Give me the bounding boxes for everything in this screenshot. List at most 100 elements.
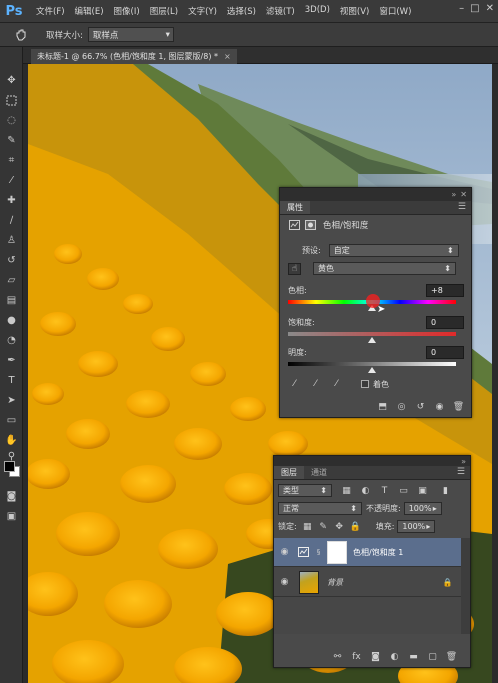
trash-icon[interactable]: 🗑 — [452, 401, 465, 413]
menu-view[interactable]: 视图(V) — [335, 5, 374, 17]
saturation-slider-thumb[interactable] — [368, 337, 376, 343]
lock-position-icon[interactable]: ✥ — [333, 521, 346, 533]
tools-panel: ✥ ◌ ✎ ⌗ ⁄ ✚ ∕ ♙ ↺ ▱ ▤ ● ◔ ✒ T ➤ ▭ ✋ ⚲ ◙ … — [0, 47, 23, 683]
lock-pixels-icon[interactable]: ✎ — [317, 521, 330, 533]
link-icon[interactable]: § — [312, 546, 325, 558]
blur-tool-icon[interactable]: ● — [4, 313, 19, 327]
crop-tool-icon[interactable]: ⌗ — [4, 153, 19, 167]
lock-all-icon[interactable]: 🔒 — [349, 521, 362, 533]
lasso-tool-icon[interactable]: ◌ — [4, 113, 19, 127]
eye-icon[interactable]: ◉ — [278, 576, 291, 588]
new-group-icon[interactable]: ▬ — [407, 651, 420, 663]
fill-value: 100% — [402, 522, 426, 531]
foreground-color-swatch[interactable] — [4, 461, 15, 472]
quick-mask-icon[interactable]: ◙ — [4, 489, 19, 503]
type-tool-icon[interactable]: T — [4, 373, 19, 387]
document-tab[interactable]: 未标题-1 @ 66.7% (色相/饱和度 1, 图层蒙版/8) * × — [31, 49, 237, 64]
gradient-tool-icon[interactable]: ▤ — [4, 293, 19, 307]
hue-field[interactable]: +8 — [426, 284, 464, 297]
mask-icon[interactable] — [304, 219, 317, 231]
close-button[interactable]: ✕ — [486, 3, 494, 14]
menu-filter[interactable]: 滤镜(T) — [261, 5, 300, 17]
tab-properties[interactable]: 属性 — [280, 201, 310, 214]
tab-layers[interactable]: 图层 — [274, 466, 304, 479]
view-previous-icon[interactable]: ◎ — [395, 401, 408, 413]
menu-layer[interactable]: 图层(L) — [145, 5, 183, 17]
targeted-adjustment-icon[interactable]: ☝ — [288, 262, 301, 275]
hand-tool-preset-icon[interactable] — [10, 27, 32, 43]
collapse-icon[interactable]: » — [451, 190, 456, 199]
history-brush-tool-icon[interactable]: ↺ — [4, 253, 19, 267]
eyedropper-tool-icon[interactable]: ⁄ — [4, 173, 19, 187]
filter-adjustment-icon[interactable]: ◐ — [359, 485, 372, 497]
eyedropper-minus-icon[interactable]: ⁄ — [330, 378, 343, 390]
layer-name: 色相/饱和度 1 — [353, 547, 404, 557]
menu-type[interactable]: 文字(Y) — [183, 5, 222, 17]
close-icon[interactable]: × — [224, 52, 231, 61]
new-adjustment-icon[interactable]: ◐ — [388, 651, 401, 663]
lock-transparency-icon[interactable]: ▦ — [301, 521, 314, 533]
pen-tool-icon[interactable]: ✒ — [4, 353, 19, 367]
hand-tool-icon[interactable]: ✋ — [4, 433, 19, 447]
visibility-icon[interactable]: ◉ — [433, 401, 446, 413]
lightness-slider-track[interactable] — [288, 362, 456, 366]
marquee-tool-icon[interactable] — [4, 93, 19, 107]
link-layers-icon[interactable]: ⚯ — [331, 651, 344, 663]
saturation-field[interactable]: 0 — [426, 316, 464, 329]
screen-mode-icon[interactable]: ▣ — [4, 509, 19, 523]
fx-icon[interactable]: fx — [350, 651, 363, 663]
brush-tool-icon[interactable]: ∕ — [4, 213, 19, 227]
eraser-tool-icon[interactable]: ▱ — [4, 273, 19, 287]
add-mask-icon[interactable]: ◙ — [369, 651, 382, 663]
dodge-tool-icon[interactable]: ◔ — [4, 333, 19, 347]
minimize-button[interactable]: – — [459, 3, 464, 14]
filter-shape-icon[interactable]: ▭ — [397, 485, 410, 497]
trash-icon[interactable]: 🗑 — [445, 651, 458, 663]
reset-icon[interactable]: ↺ — [414, 401, 427, 413]
layer-mask-thumbnail[interactable] — [327, 540, 347, 564]
path-selection-tool-icon[interactable]: ➤ — [4, 393, 19, 407]
filter-type-icon[interactable]: T — [378, 485, 391, 497]
sample-size-select[interactable]: 取样点 ▾ — [87, 27, 174, 42]
saturation-slider-track[interactable] — [288, 332, 456, 336]
new-layer-icon[interactable]: ▢ — [426, 651, 439, 663]
filter-pixel-icon[interactable]: ▦ — [340, 485, 353, 497]
quick-select-tool-icon[interactable]: ✎ — [4, 133, 19, 147]
layer-filter-select[interactable]: 类型 ⬍ — [278, 484, 332, 497]
eyedropper-plus-icon[interactable]: ⁄ — [309, 378, 322, 390]
colorize-checkbox[interactable] — [361, 380, 369, 388]
layers-tabs: 图层 通道 ☰ — [274, 466, 470, 480]
clone-stamp-tool-icon[interactable]: ♙ — [4, 233, 19, 247]
layer-row-hue-saturation[interactable]: ◉ § 色相/饱和度 1 — [274, 538, 462, 567]
fill-field[interactable]: 100% ▸ — [397, 520, 436, 533]
menu-window[interactable]: 窗口(W) — [374, 5, 416, 17]
menu-file[interactable]: 文件(F) — [31, 5, 70, 17]
menu-3d[interactable]: 3D(D) — [300, 5, 335, 17]
eye-icon[interactable]: ◉ — [278, 546, 291, 558]
mouse-cursor-icon: ➤ — [377, 304, 386, 315]
blend-mode-select[interactable]: 正常 ⬍ — [278, 502, 362, 515]
menu-edit[interactable]: 编辑(E) — [70, 5, 109, 17]
move-tool-icon[interactable]: ✥ — [4, 73, 19, 87]
panel-menu-icon[interactable]: ☰ — [457, 466, 465, 479]
eyedropper-icon[interactable]: ⁄ — [288, 378, 301, 390]
panel-menu-icon[interactable]: ☰ — [458, 201, 466, 214]
tab-channels[interactable]: 通道 — [304, 466, 334, 479]
opacity-field[interactable]: 100% ▸ — [403, 502, 442, 515]
healing-brush-tool-icon[interactable]: ✚ — [4, 193, 19, 207]
layers-scrollbar[interactable] — [461, 538, 470, 634]
lightness-field[interactable]: 0 — [426, 346, 464, 359]
collapse-icon[interactable]: » — [461, 457, 466, 466]
panel-close-icon[interactable]: ✕ — [460, 190, 467, 199]
menu-select[interactable]: 选择(S) — [222, 5, 261, 17]
channel-select[interactable]: 黄色 ⬍ — [313, 262, 456, 275]
menu-image[interactable]: 图像(I) — [109, 5, 145, 17]
filter-toggle-icon[interactable]: ▮ — [439, 485, 452, 497]
shape-tool-icon[interactable]: ▭ — [4, 413, 19, 427]
layer-row-background[interactable]: ◉ 背景 🔒 — [274, 568, 462, 597]
lightness-slider-thumb[interactable] — [368, 367, 376, 373]
clip-to-layer-icon[interactable]: ⬒ — [376, 401, 389, 413]
maximize-button[interactable]: □ — [470, 3, 479, 14]
preset-select[interactable]: 自定 ⬍ — [328, 244, 459, 257]
filter-smart-object-icon[interactable]: ▣ — [416, 485, 429, 497]
